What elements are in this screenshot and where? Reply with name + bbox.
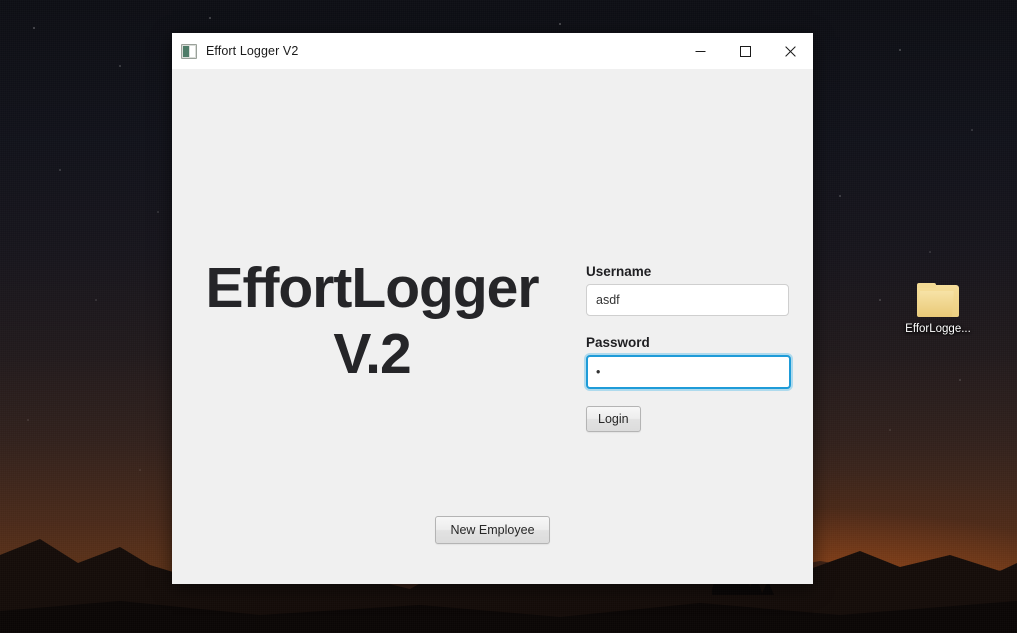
application-window: Effort Logger V2 EffortLogger V.2 Userna… <box>172 33 813 584</box>
desktop: EfforLogge... Effort Logger V2 EffortLog… <box>0 0 1017 633</box>
folder-icon <box>917 283 959 317</box>
login-button-wrap: Login <box>586 406 791 432</box>
window-controls <box>678 33 813 69</box>
desktop-icon-label: EfforLogge... <box>905 323 971 335</box>
new-employee-wrap: New Employee <box>172 516 813 544</box>
username-label: Username <box>586 264 652 279</box>
field-spacer <box>586 316 791 335</box>
brand-line-2: V.2 <box>333 322 411 387</box>
minimize-icon <box>695 50 706 52</box>
app-icon <box>181 43 197 59</box>
window-title: Effort Logger V2 <box>206 44 299 58</box>
maximize-button[interactable] <box>723 33 768 69</box>
maximize-icon <box>740 45 751 57</box>
app-branding: EffortLogger V.2 <box>182 259 562 383</box>
title-bar[interactable]: Effort Logger V2 <box>172 33 813 69</box>
close-button[interactable] <box>768 33 813 69</box>
close-icon <box>785 45 796 57</box>
window-body: EffortLogger V.2 Username Password Login… <box>172 69 813 584</box>
password-input[interactable] <box>586 355 791 389</box>
minimize-button[interactable] <box>678 33 723 69</box>
brand-line-1: EffortLogger <box>205 256 539 320</box>
password-label: Password <box>586 335 650 350</box>
login-form: Username Password Login <box>586 264 791 432</box>
new-employee-button[interactable]: New Employee <box>435 516 550 544</box>
login-button[interactable]: Login <box>586 406 641 432</box>
desktop-icon-effortlogger[interactable]: EfforLogge... <box>898 283 978 336</box>
username-input[interactable] <box>586 284 789 316</box>
